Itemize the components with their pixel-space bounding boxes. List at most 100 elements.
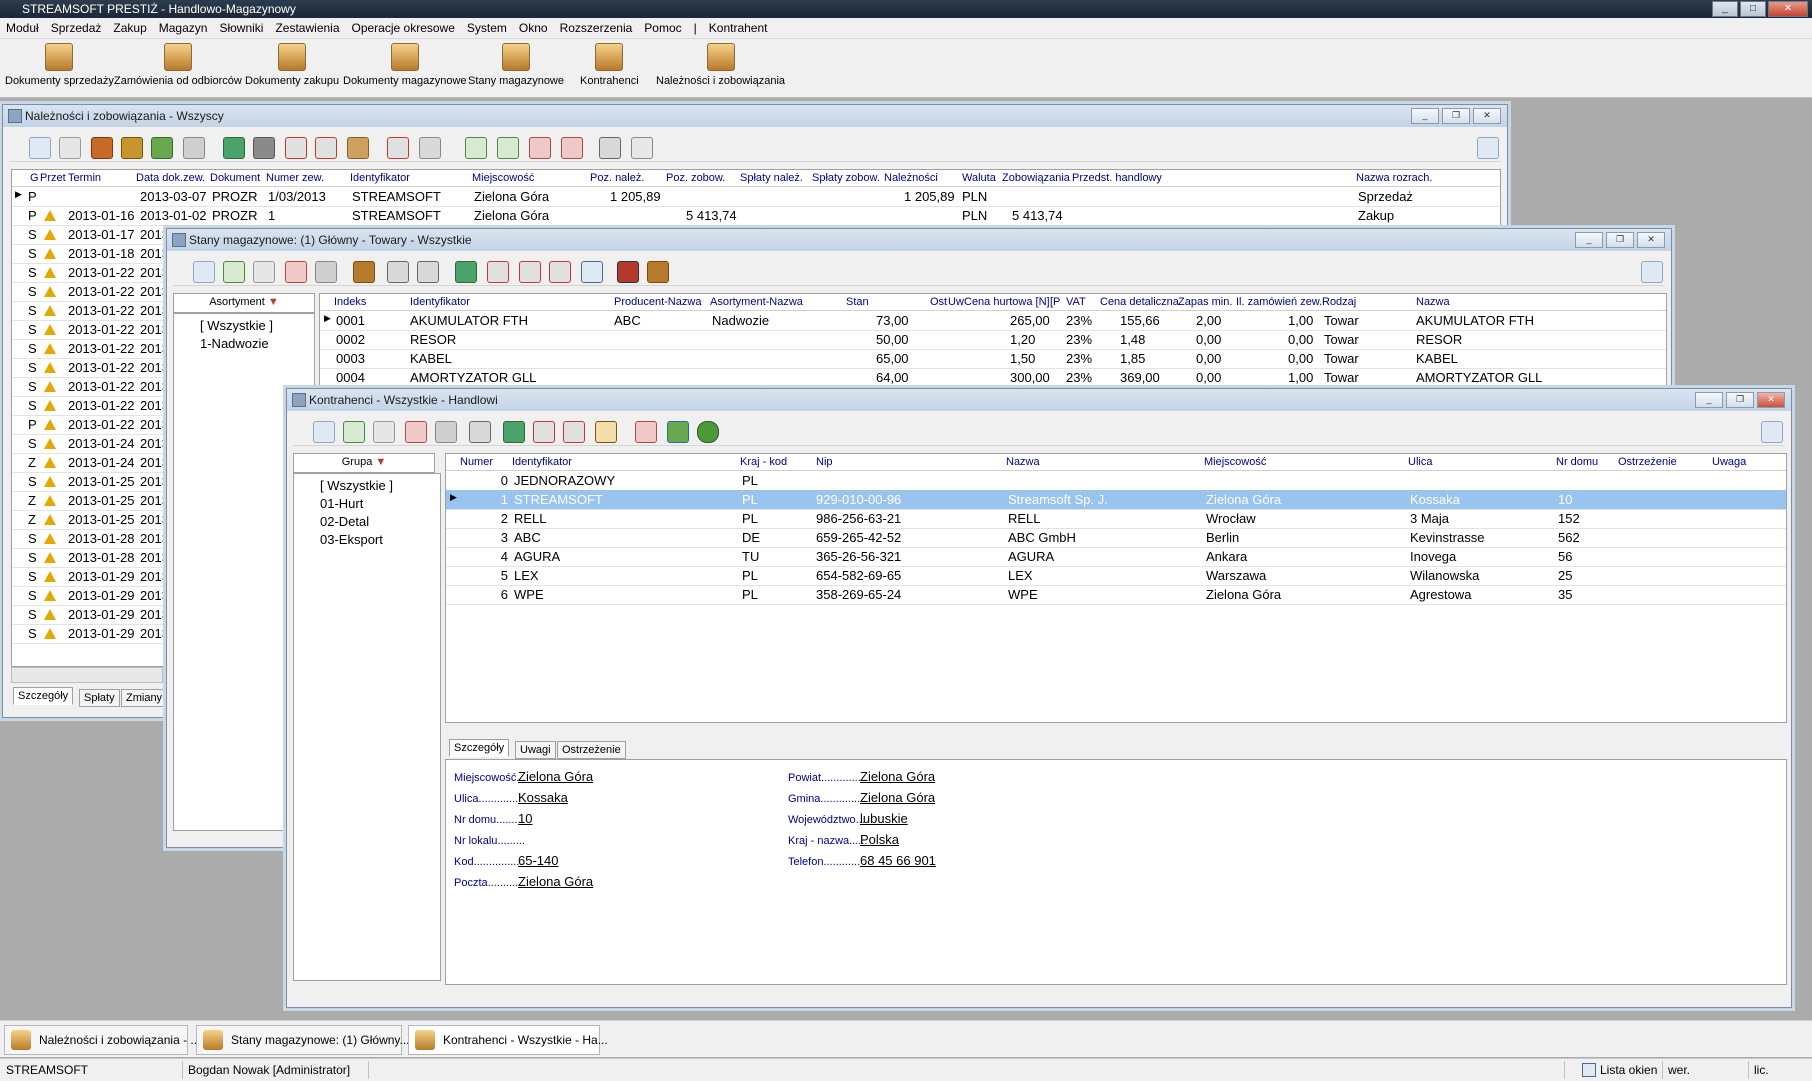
col-nazwa-rozrach[interactable]: Nazwa rozrach. — [1356, 172, 1432, 184]
col-asortyment[interactable]: Asortyment-Nazwa — [710, 296, 803, 308]
receivables-button[interactable]: Należności i zobowiązania — [656, 43, 785, 87]
table-row[interactable]: 6 WPE PL 358-269-65-24 WPE Zielona Góra Agrest… — [446, 585, 1786, 605]
purchase-docs-button[interactable]: Dokumenty zakupu — [245, 43, 339, 87]
filter-extra-icon[interactable] — [549, 261, 571, 283]
col-dokument[interactable]: Dokument — [210, 172, 260, 184]
window-list-button[interactable]: Lista okien — [1600, 1063, 1657, 1077]
col-data[interactable]: Data dok.zew. — [136, 172, 205, 184]
menu-item-slowniki[interactable]: Słowniki — [213, 18, 269, 35]
col-ost[interactable]: Ost — [930, 296, 947, 308]
contractors-tree-header[interactable]: Grupa ▼ — [293, 453, 435, 473]
detail-value[interactable]: Zielona Góra — [860, 790, 935, 805]
table-row[interactable]: 2 RELL PL 986-256-63-21 RELL Wrocław 3 Maja 152 — [446, 509, 1786, 529]
menu-item-zakup[interactable]: Zakup — [107, 18, 152, 35]
filter-icon[interactable] — [285, 137, 307, 159]
tree-item-detal[interactable]: 02-Detal — [320, 514, 369, 529]
print-icon[interactable] — [315, 261, 337, 283]
sales-docs-button[interactable]: Dokumenty sprzedaży — [5, 43, 114, 87]
add-icon[interactable] — [343, 421, 365, 443]
stock-levels-button[interactable]: Stany magazynowe — [468, 43, 564, 87]
detail-value[interactable]: Zielona Góra — [518, 769, 593, 784]
menu-item-magazyn[interactable]: Magazyn — [153, 18, 214, 35]
handshake-icon[interactable] — [595, 421, 617, 443]
tab-szczegoly[interactable]: Szczegóły — [13, 687, 74, 705]
close-button[interactable]: ✕ — [1757, 392, 1785, 408]
preview-icon[interactable] — [193, 261, 215, 283]
settle-icon[interactable] — [121, 137, 143, 159]
tools-icon[interactable] — [599, 137, 621, 159]
sort-icon[interactable] — [455, 261, 477, 283]
col-poz-zob[interactable]: Poz. zobow. — [666, 172, 725, 184]
view-icon-3[interactable] — [529, 137, 551, 159]
tree-item-eksport[interactable]: 03-Eksport — [320, 532, 383, 547]
col-identyfikator[interactable]: Identyfikator — [512, 456, 572, 468]
calendar-icon[interactable] — [581, 261, 603, 283]
document-icon[interactable] — [417, 261, 439, 283]
print-icon[interactable] — [183, 137, 205, 159]
table-row[interactable]: 3 ABC DE 659-265-42-52 ABC GmbH Berlin Kevinst… — [446, 528, 1786, 548]
tab-uwagi[interactable]: Uwagi — [515, 741, 556, 759]
col-stan[interactable]: Stan — [846, 296, 869, 308]
menu-item-zestawienia[interactable]: Zestawienia — [269, 18, 345, 35]
mail-icon[interactable] — [635, 421, 657, 443]
dropdown-icon[interactable] — [347, 137, 369, 159]
tab-szczegoly[interactable]: Szczegóły — [449, 739, 510, 757]
binoculars-icon[interactable] — [253, 137, 275, 159]
col-ostrzezenie[interactable]: Ostrzeżenie — [1618, 456, 1677, 468]
menu-item-modul[interactable]: Moduł — [0, 18, 45, 35]
col-identyfikator[interactable]: Identyfikator — [350, 172, 410, 184]
filter-extra-icon[interactable] — [387, 137, 409, 159]
tree-item-nadwozie[interactable]: 1-Nadwozie — [200, 336, 269, 351]
menu-item-kontrahent[interactable]: Kontrahent — [703, 18, 774, 35]
minimize-button[interactable]: _ — [1695, 392, 1723, 408]
col-p[interactable]: [P — [1050, 296, 1060, 308]
filter-icon[interactable] — [487, 261, 509, 283]
col-miejscowosc[interactable]: Miejscowość — [1204, 456, 1266, 468]
close-button[interactable]: ✕ — [1768, 1, 1808, 17]
menu-item-okno[interactable]: Okno — [513, 18, 554, 35]
col-splaty-nal[interactable]: Spłaty należ. — [740, 172, 803, 184]
col-zapas[interactable]: Zapas min. — [1178, 296, 1232, 308]
col-producent[interactable]: Producent-Nazwa — [614, 296, 701, 308]
col-termin[interactable]: Termin — [68, 172, 101, 184]
detail-value[interactable]: 65-140 — [518, 853, 558, 868]
col-nazwa[interactable]: Nazwa — [1416, 296, 1450, 308]
delete-icon[interactable] — [405, 421, 427, 443]
users-icon[interactable] — [667, 421, 689, 443]
restore-button[interactable]: ❐ — [1442, 108, 1470, 124]
filter-icon[interactable] — [533, 421, 555, 443]
detail-value[interactable]: 68 45 66 901 — [860, 853, 936, 868]
col-kraj[interactable]: Kraj - kod — [740, 456, 787, 468]
col-miejscowosc[interactable]: Miejscowość — [472, 172, 534, 184]
taskbar-receivables[interactable]: Należności i zobowiązania - ... — [4, 1025, 200, 1055]
tab-splaty[interactable]: Spłaty — [79, 689, 120, 707]
detail-value[interactable]: lubuskie — [860, 811, 908, 826]
layout-icon[interactable] — [1477, 137, 1499, 159]
filter-clear-icon[interactable] — [519, 261, 541, 283]
restore-button[interactable]: ❐ — [1606, 232, 1634, 248]
col-ulica[interactable]: Ulica — [1408, 456, 1432, 468]
table-row[interactable]: ▶ 1 STREAMSOFT PL 929-010-00-96 Streamsoft Sp… — [446, 490, 1786, 510]
package-icon[interactable] — [353, 261, 375, 283]
filter-clear-icon[interactable] — [563, 421, 585, 443]
col-nazwa[interactable]: Nazwa — [1006, 456, 1040, 468]
filter-clear-icon[interactable] — [315, 137, 337, 159]
col-przet[interactable]: Przet — [40, 172, 66, 184]
menu-item-pomoc[interactable]: Pomoc — [638, 18, 687, 35]
table-row[interactable]: 0004 AMORTYZATOR GLL 64,00 300,00 23% 369,00 0… — [320, 368, 1666, 388]
preview-icon[interactable] — [313, 421, 335, 443]
col-identyfikator[interactable]: Identyfikator — [410, 296, 470, 308]
col-waluta[interactable]: Waluta — [962, 172, 996, 184]
detail-value[interactable]: Polska — [860, 832, 899, 847]
col-splaty-zob[interactable]: Spłaty zobow. — [812, 172, 880, 184]
edit-icon[interactable] — [373, 421, 395, 443]
calculator-icon[interactable] — [469, 421, 491, 443]
sort-icon[interactable] — [503, 421, 525, 443]
view-icon[interactable] — [465, 137, 487, 159]
edit-icon[interactable] — [253, 261, 275, 283]
col-nip[interactable]: Nip — [816, 456, 833, 468]
detail-value[interactable]: 10 — [518, 811, 532, 826]
col-poz-nal[interactable]: Poz. należ. — [590, 172, 644, 184]
detail-value[interactable]: Zielona Góra — [860, 769, 935, 784]
table-row[interactable]: 4 AGURA TU 365-26-56-321 AGURA Ankara Inovega 5… — [446, 547, 1786, 567]
